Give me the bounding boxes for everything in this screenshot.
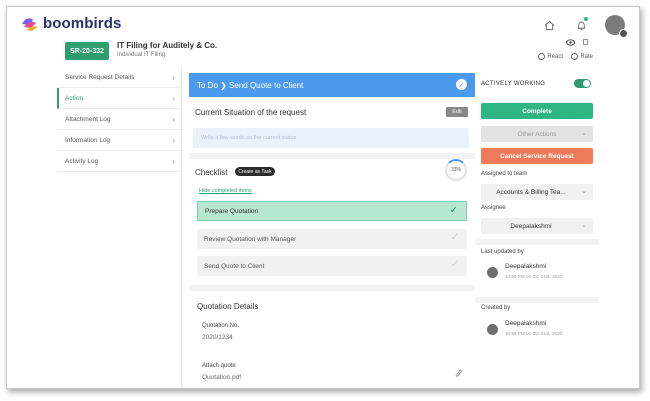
service-request-header: SR-20-332 IT Filing for Auditely & Co. I… — [63, 39, 593, 65]
sr-title: IT Filing for Auditely & Co. — [117, 41, 218, 50]
eye-icon[interactable] — [566, 39, 575, 48]
left-nav: Service Request Details › Action › Attac… — [57, 67, 182, 388]
attach-quote-value[interactable]: Quotation.pdf — [202, 374, 241, 381]
nav-item-service-request-details[interactable]: Service Request Details › — [57, 67, 181, 88]
other-actions-label: Other Actions — [517, 130, 557, 138]
complete-button[interactable]: Complete — [481, 103, 593, 119]
cancel-request-button[interactable]: Cancel Service Request — [481, 148, 593, 164]
header-actions — [541, 15, 628, 38]
checklist-item[interactable]: Prepare Quotation ✓ — [197, 201, 467, 221]
check-icon[interactable]: ✓ — [450, 205, 458, 216]
app-window: boombirds SR-20-332 IT Filing for Audite… — [6, 6, 640, 389]
team-select-value: Accounts & Billing Tea... — [496, 188, 566, 196]
avatar[interactable] — [605, 15, 628, 38]
nav-item-label: Information Log — [65, 136, 111, 144]
quotation-number-value[interactable]: 2020/1234 — [202, 334, 233, 341]
assignee-label: Assignee — [481, 205, 506, 211]
last-updated-label: Last updated by — [481, 249, 524, 255]
rate-button[interactable]: Rate — [571, 53, 593, 60]
assigned-team-label: Assigned to team — [481, 171, 528, 177]
nav-item-label: Action — [65, 94, 84, 102]
sr-subtitle: Individual IT Filing — [117, 52, 166, 58]
home-icon[interactable] — [541, 17, 557, 33]
quotation-number-label: Quotation No. — [202, 323, 240, 329]
avatar — [487, 267, 498, 278]
copy-icon[interactable] — [583, 39, 589, 48]
logo[interactable]: boombirds — [21, 15, 121, 32]
create-task-button[interactable]: Create as Task — [235, 167, 275, 176]
nav-item-label: Activity Log — [65, 157, 99, 165]
other-actions-dropdown[interactable]: Other Actions ⌄ — [481, 126, 593, 142]
checklist-item[interactable]: Send Quote to Client ✓ — [197, 256, 467, 276]
chevron-right-icon: › — [172, 114, 175, 124]
check-circle-icon[interactable]: ✓ — [456, 79, 467, 90]
top-bar: boombirds — [7, 7, 639, 41]
react-button[interactable]: React — [538, 53, 563, 60]
last-updated-user: Deepalakshmi 10:59 PM on Oct 21st, 2020 — [481, 259, 593, 295]
nav-item-label: Service Request Details — [65, 73, 135, 81]
last-updated-time: 10:59 PM on Oct 21st, 2020 — [505, 274, 563, 279]
chevron-down-icon: ⌄ — [581, 222, 587, 229]
checklist-title: Checklist — [195, 168, 228, 177]
assignee-select-value: Deepalakshmi — [510, 222, 552, 230]
nav-item-action[interactable]: Action › — [57, 88, 181, 109]
divider — [189, 153, 475, 159]
brand-name: boombirds — [43, 15, 122, 32]
checklist-progress: 33% — [445, 159, 467, 181]
todo-bar: To Do ❯ Send Quote to Client ✓ — [189, 73, 475, 97]
todo-label: To Do ❯ Send Quote to Client — [197, 80, 304, 90]
chevron-down-icon: ⌄ — [581, 130, 587, 137]
created-by-time: 10:59 PM on Oct 21st, 2020 — [505, 331, 563, 336]
nav-item-label: Attachment Log — [65, 115, 111, 123]
rate-icon — [571, 53, 579, 60]
last-updated-name: Deepalakshmi — [505, 263, 547, 270]
rate-label: Rate — [580, 53, 593, 60]
divider — [189, 285, 475, 291]
sr-number-badge: SR-20-332 — [65, 42, 109, 60]
created-by-user: Deepalakshmi 10:59 PM on Oct 21st, 2020 — [481, 316, 593, 352]
situation-title: Current Situation of the request — [195, 108, 307, 117]
divider — [475, 297, 599, 303]
attach-quote-label: Attach quote — [202, 363, 236, 369]
checklist-item-label: Prepare Quotation — [205, 207, 259, 215]
nav-item-information-log[interactable]: Information Log › — [57, 130, 181, 151]
nav-item-activity-log[interactable]: Activity Log › — [57, 151, 181, 172]
sr-actions: React Rate — [523, 39, 593, 65]
checklist-item-label: Send Quote to Client — [204, 262, 265, 270]
react-label: React — [547, 53, 563, 60]
action-panel: To Do ❯ Send Quote to Client ✓ Current S… — [189, 73, 475, 388]
quotation-title: Quotation Details — [197, 302, 259, 311]
bell-icon[interactable] — [573, 17, 589, 33]
situation-input[interactable]: Write a few words on the current status — [193, 128, 469, 148]
smiley-icon — [538, 53, 546, 60]
actions-sidebar: ACTIVELY WORKING Complete Other Actions … — [475, 73, 599, 388]
chevron-right-icon: › — [172, 72, 175, 82]
created-by-label: Created by — [481, 305, 511, 311]
checklist-item[interactable]: Review Quotation with Manager ✓ — [197, 229, 467, 249]
assignee-select[interactable]: Deepalakshmi ⌄ — [481, 218, 593, 234]
divider — [475, 239, 599, 245]
chevron-right-icon: › — [172, 135, 175, 145]
check-icon[interactable]: ✓ — [451, 232, 459, 243]
avatar — [487, 324, 498, 335]
check-icon[interactable]: ✓ — [451, 259, 459, 270]
notification-dot-icon — [584, 17, 588, 21]
chevron-right-icon: › — [172, 156, 175, 166]
chevron-down-icon: ⌄ — [581, 188, 587, 195]
actively-working-toggle[interactable] — [574, 79, 591, 88]
team-select[interactable]: Accounts & Billing Tea... ⌄ — [481, 184, 593, 200]
edit-button[interactable]: Edit — [446, 107, 468, 117]
created-by-name: Deepalakshmi — [505, 320, 547, 327]
chevron-right-icon: › — [172, 93, 175, 103]
paperclip-icon[interactable] — [455, 369, 463, 381]
logo-bird-icon — [21, 16, 39, 32]
hide-completed-link[interactable]: Hide completed items — [199, 188, 252, 194]
avatar-menu-badge — [619, 29, 628, 38]
nav-item-attachment-log[interactable]: Attachment Log › — [57, 109, 181, 130]
checklist-item-label: Review Quotation with Manager — [204, 235, 297, 243]
